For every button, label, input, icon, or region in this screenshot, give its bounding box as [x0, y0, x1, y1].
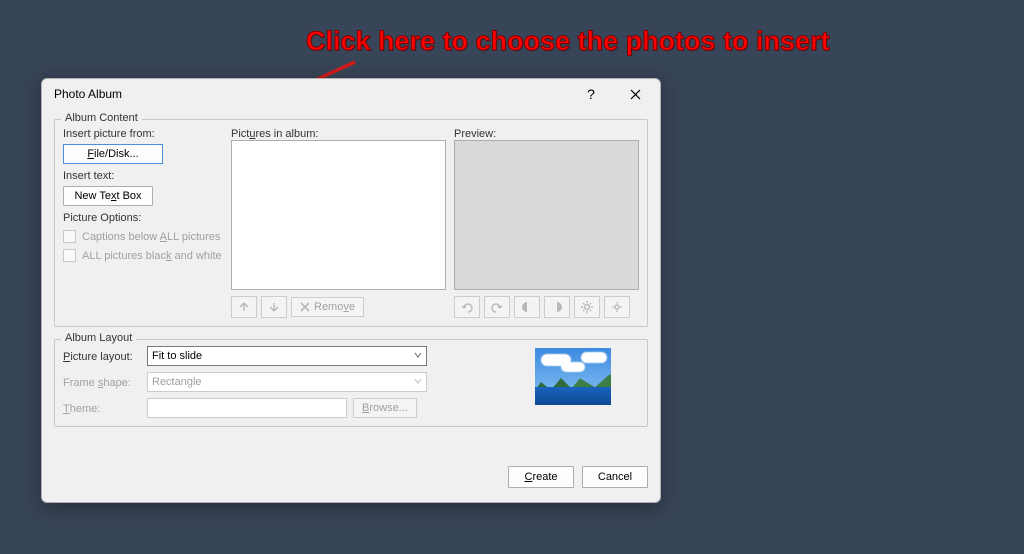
chevron-down-icon — [414, 377, 422, 385]
new-text-box-button[interactable]: New Text Box — [63, 186, 153, 206]
create-button[interactable]: Create — [508, 466, 574, 488]
titlebar: Photo Album ? — [42, 79, 660, 109]
brightness-down-icon — [610, 300, 624, 314]
create-button-label: Create — [524, 471, 557, 483]
pictures-listbox[interactable] — [231, 140, 446, 290]
rotate-left-button[interactable] — [454, 296, 480, 318]
help-button[interactable]: ? — [576, 82, 606, 106]
album-layout-group: Album Layout Picture layout: Fit to slid… — [54, 339, 648, 427]
brightness-up-button[interactable] — [574, 296, 600, 318]
contrast-up-button[interactable] — [514, 296, 540, 318]
dialog-title: Photo Album — [54, 87, 576, 101]
photo-album-dialog: Photo Album ? Album Content Insert pictu… — [41, 78, 661, 503]
rotate-right-button[interactable] — [484, 296, 510, 318]
annotation-callout: Click here to choose the photos to inser… — [306, 26, 830, 57]
brightness-up-icon — [580, 300, 594, 314]
move-down-button[interactable] — [261, 296, 287, 318]
album-content-group: Album Content Insert picture from: File/… — [54, 119, 648, 327]
frame-shape-value: Rectangle — [152, 376, 202, 388]
x-icon — [300, 302, 310, 312]
chevron-down-icon — [414, 351, 422, 359]
arrow-down-icon — [267, 300, 281, 314]
frame-shape-label: Frame shape: — [63, 377, 141, 389]
rotate-right-icon — [490, 300, 504, 314]
close-button[interactable] — [620, 82, 650, 106]
file-disk-button-label: File/Disk... — [87, 148, 138, 160]
bw-checkbox[interactable] — [63, 249, 76, 262]
remove-button[interactable]: Remove — [291, 297, 364, 317]
contrast-down-icon — [550, 300, 564, 314]
dialog-footer: Create Cancel — [42, 456, 660, 502]
file-disk-button[interactable]: File/Disk... — [63, 144, 163, 164]
picture-options-label: Picture Options: — [63, 212, 223, 224]
contrast-up-icon — [520, 300, 534, 314]
album-layout-legend: Album Layout — [61, 332, 136, 344]
insert-text-label: Insert text: — [63, 170, 223, 182]
layout-preview-thumbnail — [535, 348, 611, 405]
close-icon — [630, 89, 641, 100]
preview-label: Preview: — [454, 128, 639, 140]
frame-shape-select[interactable]: Rectangle — [147, 372, 427, 392]
picture-layout-label: Picture layout: — [63, 351, 141, 363]
preview-box — [454, 140, 639, 290]
theme-input[interactable] — [147, 398, 347, 418]
captions-checkbox[interactable] — [63, 230, 76, 243]
album-content-legend: Album Content — [61, 112, 142, 124]
rotate-left-icon — [460, 300, 474, 314]
move-up-button[interactable] — [231, 296, 257, 318]
browse-button[interactable]: Browse... — [353, 398, 417, 418]
browse-button-label: Browse... — [362, 402, 408, 414]
new-text-box-button-label: New Text Box — [74, 190, 141, 202]
bw-checkbox-label: ALL pictures black and white — [82, 250, 222, 262]
pictures-in-album-label: Pictures in album: — [231, 128, 446, 140]
theme-label: Theme: — [63, 403, 141, 415]
captions-checkbox-label: Captions below ALL pictures — [82, 231, 220, 243]
brightness-down-button[interactable] — [604, 296, 630, 318]
contrast-down-button[interactable] — [544, 296, 570, 318]
insert-picture-from-label: Insert picture from: — [63, 128, 223, 140]
remove-button-label: Remove — [314, 301, 355, 313]
picture-layout-select[interactable]: Fit to slide — [147, 346, 427, 366]
arrow-up-icon — [237, 300, 251, 314]
picture-layout-value: Fit to slide — [152, 350, 202, 362]
cancel-button[interactable]: Cancel — [582, 466, 648, 488]
